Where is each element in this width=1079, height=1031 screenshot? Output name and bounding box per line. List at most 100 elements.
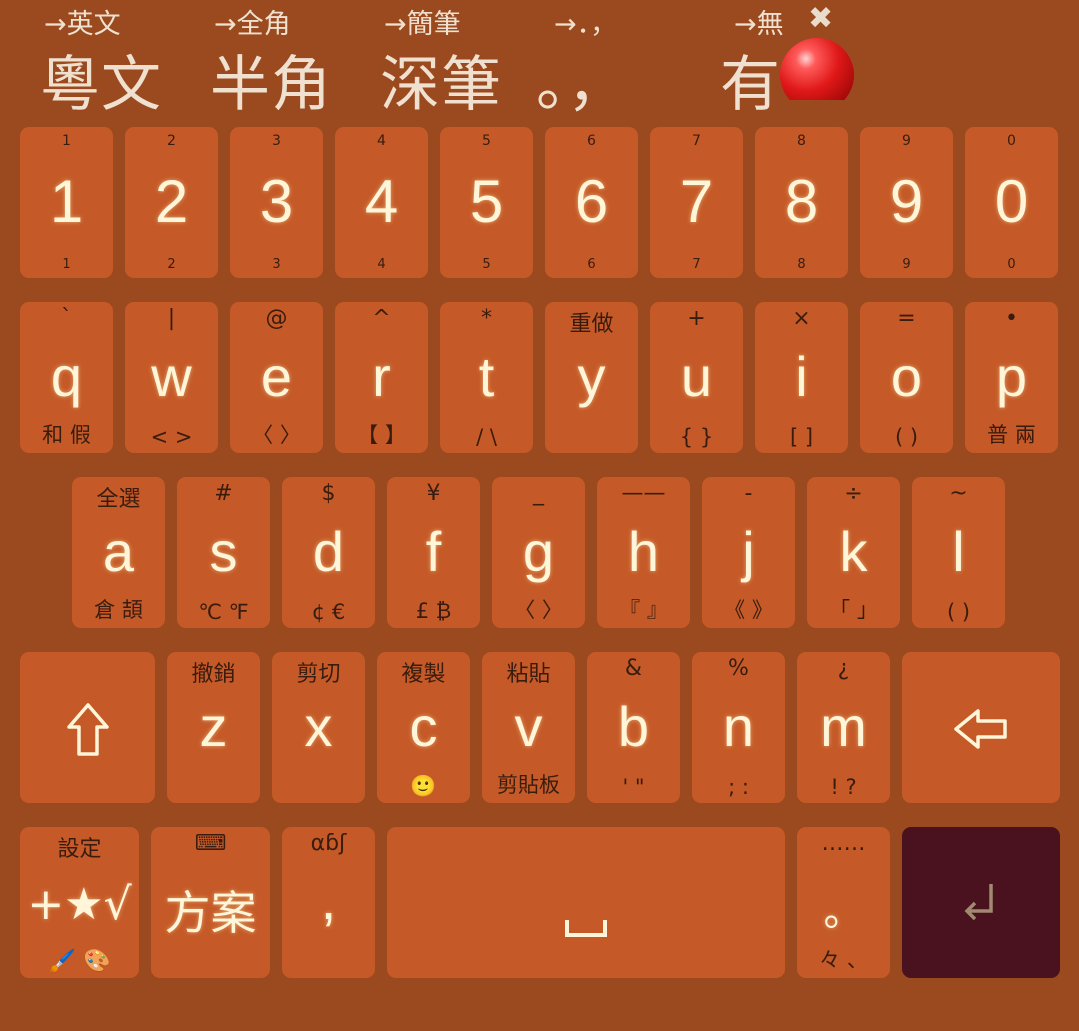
key-0[interactable]: 0 0 0 (965, 127, 1058, 278)
settings-key-label: +★√ (27, 879, 132, 930)
brush-palette-icons: 🖌️ 🎨 (48, 949, 111, 974)
key-j[interactable]: - j 《 》 (702, 477, 795, 628)
key-i[interactable]: × i [ ] (755, 302, 848, 453)
key-g-hint: _ (533, 481, 544, 506)
key-b[interactable]: & b ' " (587, 652, 680, 803)
key-m[interactable]: ¿ m ! ? (797, 652, 890, 803)
toggle-language-label: 粵文 (40, 50, 162, 120)
period-key-sub: 々 、 (819, 948, 868, 972)
key-2[interactable]: 2 2 2 (125, 127, 218, 278)
key-6[interactable]: 6 6 6 (545, 127, 638, 278)
toggle-width[interactable]: →全角 半角 (210, 0, 370, 120)
key-9[interactable]: 9 9 9 (860, 127, 953, 278)
key-4[interactable]: 4 4 4 (335, 127, 428, 278)
key-w[interactable]: | w < > (125, 302, 218, 453)
key-l[interactable]: ~ l ( ) (912, 477, 1005, 628)
key-k-hint: ÷ (844, 481, 863, 506)
key-z[interactable]: 撤銷 z (167, 652, 260, 803)
key-c[interactable]: 複製 c 🙂 (377, 652, 470, 803)
key-c-label: c (409, 695, 438, 758)
key-o-hint: = (897, 306, 916, 331)
shift-key[interactable] (20, 652, 155, 803)
backspace-key[interactable] (902, 652, 1060, 803)
key-b-hint: & (624, 656, 643, 681)
settings-key[interactable]: 設定 +★√ 🖌️ 🎨 (20, 827, 139, 978)
key-u-sub: { } (679, 425, 714, 449)
toggle-script-label: 深筆 (380, 50, 502, 120)
key-5-sub: 5 (482, 257, 491, 272)
key-q-sub: 和 假 (42, 423, 91, 447)
key-q-hint: ` (61, 306, 72, 331)
toggle-script[interactable]: →簡筆 深筆 (380, 0, 540, 120)
key-q[interactable]: ` q 和 假 (20, 302, 113, 453)
key-c-hint: 複製 (401, 662, 446, 687)
key-i-hint: × (792, 306, 811, 331)
key-m-label: m (820, 695, 867, 758)
key-t[interactable]: * t / \ (440, 302, 533, 453)
key-o[interactable]: = o ( ) (860, 302, 953, 453)
comma-key[interactable]: αɓʃ , (282, 827, 375, 978)
key-4-label: 4 (364, 168, 399, 235)
key-8[interactable]: 8 8 8 (755, 127, 848, 278)
settings-key-hint: 設定 (57, 837, 102, 862)
key-u[interactable]: + u { } (650, 302, 743, 453)
key-d-label: d (312, 520, 345, 583)
key-0-sub: 0 (1007, 257, 1016, 272)
key-u-label: u (680, 345, 713, 408)
red-ball-icon (780, 38, 854, 100)
key-o-sub: ( ) (894, 425, 919, 449)
key-6-label: 6 (574, 168, 609, 235)
toggle-punctuation[interactable]: →．， 。， (536, 0, 680, 120)
period-key[interactable]: …… 。 々 、 (797, 827, 890, 978)
key-x-hint: 剪切 (296, 662, 341, 687)
key-1-label: 1 (49, 168, 84, 235)
key-h-hint: —— (621, 481, 666, 506)
key-a[interactable]: 全選 a 倉 頡 (72, 477, 165, 628)
key-f-hint: ¥ (426, 481, 441, 506)
key-3[interactable]: 3 3 3 (230, 127, 323, 278)
key-h[interactable]: —— h 『 』 (597, 477, 690, 628)
scheme-key[interactable]: ⌨ 方案 (151, 827, 270, 978)
key-t-sub: / \ (476, 425, 497, 449)
key-s-sub: ℃ ℉ (198, 600, 249, 624)
key-5-hint: 5 (482, 133, 491, 149)
key-1-sub: 1 (62, 257, 71, 272)
key-i-label: i (795, 345, 808, 408)
key-k[interactable]: ÷ k 「 」 (807, 477, 900, 628)
key-3-label: 3 (259, 168, 294, 235)
key-8-sub: 8 (797, 257, 806, 272)
key-p-label: p (995, 345, 1028, 408)
key-e[interactable]: @ e 〈 〉 (230, 302, 323, 453)
key-v[interactable]: 粘貼 v 剪貼板 (482, 652, 575, 803)
key-j-label: j (742, 520, 755, 583)
key-f[interactable]: ¥ f £ ₿ (387, 477, 480, 628)
key-e-sub: 〈 〉 (252, 423, 301, 447)
backspace-arrow-icon (902, 708, 1060, 750)
enter-key[interactable] (902, 827, 1060, 978)
key-x[interactable]: 剪切 x (272, 652, 365, 803)
key-s-label: s (209, 520, 238, 583)
key-g[interactable]: _ g 〈 〉 (492, 477, 585, 628)
key-5[interactable]: 5 5 5 (440, 127, 533, 278)
key-5-label: 5 (469, 168, 504, 235)
key-2-label: 2 (154, 168, 189, 235)
key-y[interactable]: 重做 y (545, 302, 638, 453)
key-n-label: n (722, 695, 755, 758)
key-e-label: e (260, 345, 293, 408)
toggle-language[interactable]: →英文 粵文 (40, 0, 200, 120)
key-s[interactable]: # s ℃ ℉ (177, 477, 270, 628)
key-7-sub: 7 (692, 257, 701, 272)
key-a-hint: 全選 (96, 487, 141, 512)
comma-key-hint: αɓʃ (310, 831, 347, 856)
key-d[interactable]: $ d ¢ € (282, 477, 375, 628)
key-r[interactable]: ^ r 【 】 (335, 302, 428, 453)
key-6-sub: 6 (587, 257, 596, 272)
key-n[interactable]: % n ; : (692, 652, 785, 803)
space-key[interactable] (387, 827, 785, 978)
key-1[interactable]: 1 1 1 (20, 127, 113, 278)
shift-arrow-icon (20, 702, 155, 758)
keyboard-icon: ⌨ (194, 831, 227, 856)
key-7[interactable]: 7 7 7 (650, 127, 743, 278)
key-t-label: t (478, 345, 495, 408)
key-p[interactable]: • p 普 兩 (965, 302, 1058, 453)
